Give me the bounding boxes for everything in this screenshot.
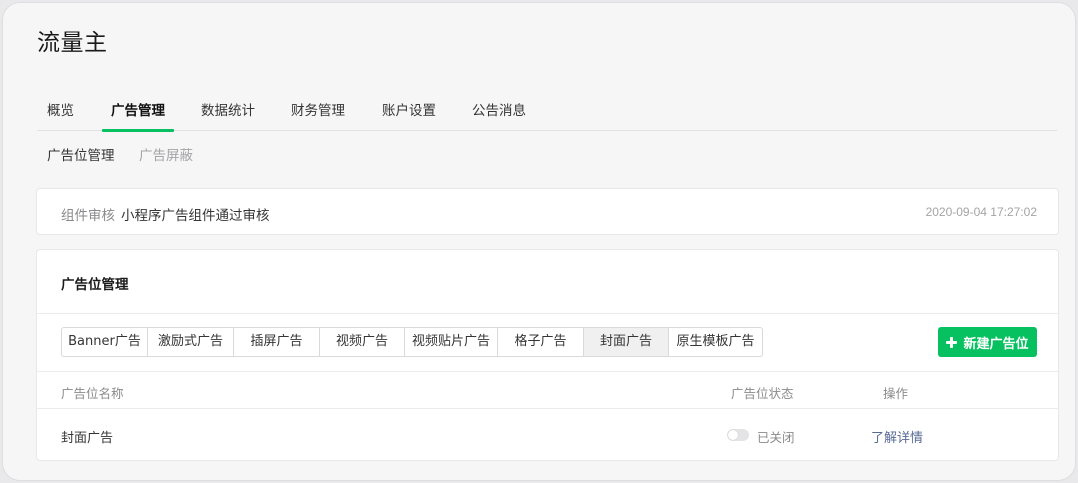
tab-account-settings[interactable]: 账户设置 bbox=[382, 97, 436, 131]
tab-announcements[interactable]: 公告消息 bbox=[472, 97, 526, 131]
ad-type-video[interactable]: 视频广告 bbox=[320, 328, 405, 356]
ad-type-video-patch[interactable]: 视频贴片广告 bbox=[405, 328, 498, 356]
ad-type-native-template[interactable]: 原生模板广告 bbox=[669, 328, 762, 356]
ad-type-grid[interactable]: 格子广告 bbox=[498, 328, 584, 356]
main-tab-bar: 概览 广告管理 数据统计 财务管理 账户设置 公告消息 bbox=[37, 97, 1057, 132]
new-ad-slot-button[interactable]: 新建广告位 bbox=[938, 327, 1037, 357]
section-title: 广告位管理 bbox=[61, 277, 129, 293]
notice-label: 组件审核 bbox=[61, 208, 115, 224]
column-header-name: 广告位名称 bbox=[61, 386, 124, 401]
new-ad-slot-label: 新建广告位 bbox=[963, 336, 1029, 352]
status-text: 已关闭 bbox=[757, 430, 795, 445]
tab-finance[interactable]: 财务管理 bbox=[291, 97, 345, 131]
notice-timestamp: 2020-09-04 17:27:02 bbox=[925, 205, 1037, 219]
notice-text: 小程序广告组件通过审核 bbox=[121, 208, 270, 224]
ad-type-segmented-control: Banner广告 激励式广告 插屏广告 视频广告 视频贴片广告 格子广告 封面广… bbox=[61, 327, 763, 357]
section-divider bbox=[37, 313, 1058, 314]
column-header-action: 操作 bbox=[883, 386, 909, 401]
ad-slot-management-card: 广告位管理 Banner广告 激励式广告 插屏广告 视频广告 视频贴片广告 格子… bbox=[36, 249, 1059, 461]
table-row: 封面广告 已关闭 了解详情 bbox=[37, 409, 1058, 461]
tab-data-stats[interactable]: 数据统计 bbox=[201, 97, 255, 131]
column-header-status: 广告位状态 bbox=[731, 386, 794, 401]
tab-overview[interactable]: 概览 bbox=[47, 97, 74, 131]
app-window: 流量主 概览 广告管理 数据统计 财务管理 账户设置 公告消息 广告位管理 广告… bbox=[2, 2, 1076, 481]
learn-more-link[interactable]: 了解详情 bbox=[871, 427, 923, 446]
ad-type-interstitial[interactable]: 插屏广告 bbox=[234, 328, 320, 356]
ad-type-banner[interactable]: Banner广告 bbox=[62, 328, 148, 356]
toggle-knob bbox=[728, 430, 738, 440]
review-notice-card: 组件审核 小程序广告组件通过审核 2020-09-04 17:27:02 bbox=[36, 188, 1059, 235]
subtab-ad-blocking[interactable]: 广告屏蔽 bbox=[139, 144, 193, 164]
subtab-ad-slot-management[interactable]: 广告位管理 bbox=[47, 144, 115, 164]
app-title: 流量主 bbox=[37, 30, 108, 56]
tab-ad-management[interactable]: 广告管理 bbox=[102, 97, 174, 132]
status-toggle[interactable] bbox=[727, 429, 749, 441]
table-header: 广告位名称 广告位状态 操作 bbox=[37, 371, 1058, 409]
plus-icon bbox=[946, 336, 958, 348]
ad-slot-name: 封面广告 bbox=[61, 431, 114, 446]
ad-type-rewarded[interactable]: 激励式广告 bbox=[148, 328, 234, 356]
ad-type-cover[interactable]: 封面广告 bbox=[584, 328, 669, 356]
